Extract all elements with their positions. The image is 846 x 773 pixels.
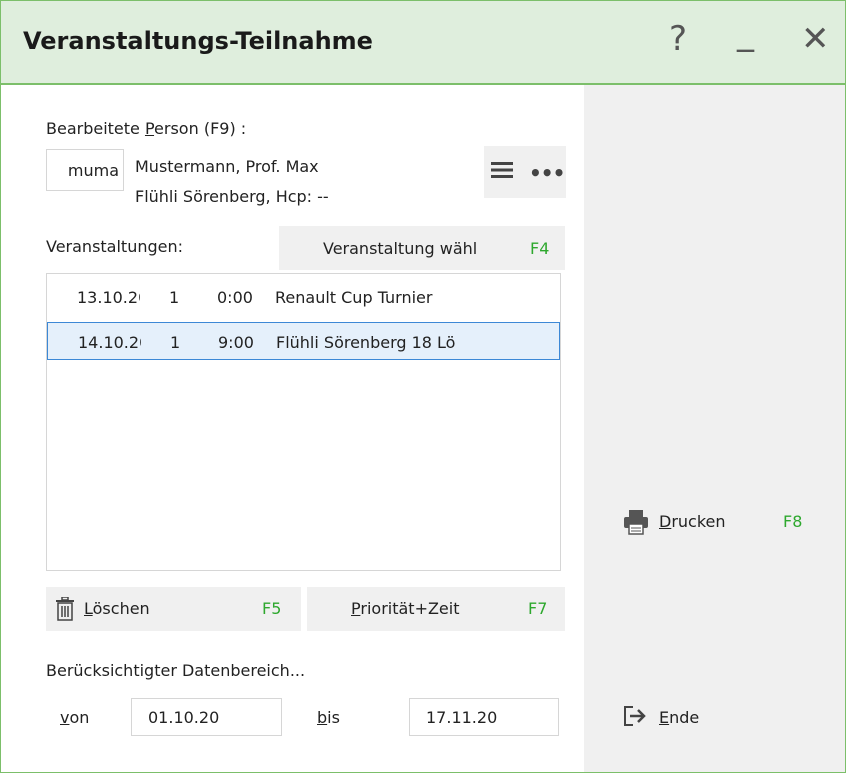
list-item-selected[interactable]: 14.10.20 1 9:00 Flühli Sörenberg 18 Lö: [47, 322, 560, 360]
priority-time-button[interactable]: Priorität+Zeit F7: [307, 587, 565, 631]
delete-label: Löschen: [84, 599, 150, 618]
list-item[interactable]: 13.10.20 1 0:00 Renault Cup Turnier: [47, 278, 560, 316]
side-panel: [584, 85, 845, 772]
events-list[interactable]: 13.10.20 1 0:00 Renault Cup Turnier 14.1…: [46, 273, 561, 571]
printer-icon: [624, 510, 648, 535]
trash-icon: [56, 597, 74, 621]
help-button[interactable]: ?: [669, 19, 687, 59]
hamburger-icon[interactable]: [491, 160, 513, 180]
events-label: Veranstaltungen:: [46, 237, 184, 256]
from-date-field[interactable]: 01.10.20: [131, 698, 282, 736]
choose-event-label: Veranstaltung wähl: [323, 239, 478, 258]
delete-button[interactable]: Löschen F5: [46, 587, 301, 631]
person-name: Mustermann, Prof. Max: [135, 157, 319, 176]
end-button[interactable]: Ende: [615, 695, 815, 739]
print-key: F8: [783, 512, 803, 531]
print-button[interactable]: Drucken F8: [615, 501, 815, 545]
person-club-hcp: Flühli Sörenberg, Hcp: --: [135, 187, 329, 206]
close-button[interactable]: ✕: [801, 19, 830, 59]
priority-time-key: F7: [528, 599, 548, 618]
to-label: bis: [317, 708, 340, 727]
window-title: Veranstaltungs-Teilnahme: [23, 27, 373, 55]
exit-icon: [624, 706, 646, 726]
from-label: von: [60, 708, 90, 727]
more-options-icon[interactable]: •••: [529, 161, 565, 185]
end-label: Ende: [659, 708, 700, 727]
to-date-field[interactable]: 17.11.20: [409, 698, 559, 736]
minimize-button[interactable]: _: [737, 13, 754, 53]
delete-key: F5: [262, 599, 282, 618]
priority-time-label: Priorität+Zeit: [351, 599, 460, 618]
choose-event-button[interactable]: Veranstaltung wähl F4: [279, 226, 565, 270]
person-code-field[interactable]: muma: [46, 149, 124, 191]
title-bar: Veranstaltungs-Teilnahme ? _ ✕: [1, 1, 845, 85]
print-label: Drucken: [659, 512, 726, 531]
event-participation-window: Veranstaltungs-Teilnahme ? _ ✕ Bearbeite…: [0, 0, 846, 773]
choose-event-key: F4: [530, 239, 550, 258]
person-label: Bearbeitete Person (F9) :: [46, 119, 247, 138]
date-range-label: Berücksichtigter Datenbereich...: [46, 661, 306, 680]
